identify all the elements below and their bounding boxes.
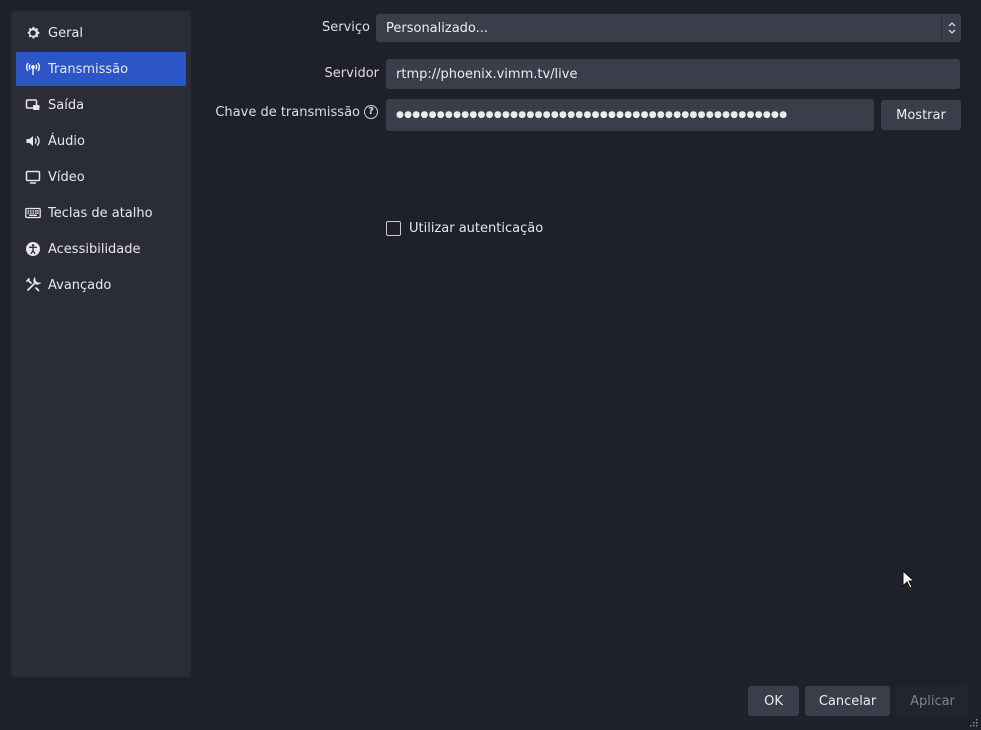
sidebar-item-label: Transmissão <box>48 61 129 77</box>
help-icon[interactable]: ? <box>364 104 378 119</box>
service-select-value: Personalizado... <box>386 20 489 36</box>
chevron-updown-icon <box>941 14 961 42</box>
resize-grip-icon[interactable] <box>969 718 978 727</box>
stream-key-label: Chave de transmissão? <box>215 104 378 120</box>
monitor-icon <box>24 168 42 186</box>
cancel-button[interactable]: Cancelar <box>805 686 890 716</box>
service-label: Serviço <box>321 20 370 35</box>
sidebar-item-stream[interactable]: Transmissão <box>16 52 186 86</box>
tools-icon <box>24 276 42 294</box>
accessibility-icon <box>24 240 42 258</box>
use-auth-checkbox[interactable] <box>386 221 401 236</box>
settings-sidebar: Geral Transmissão Saída Áudio Vídeo Tecl… <box>11 11 191 677</box>
server-input[interactable]: rtmp://phoenix.vimm.tv/live <box>386 59 960 89</box>
sidebar-item-video[interactable]: Vídeo <box>16 160 186 194</box>
ok-button[interactable]: OK <box>748 686 799 716</box>
use-auth-label: Utilizar autenticação <box>409 221 544 236</box>
keyboard-icon <box>24 204 42 222</box>
sidebar-item-label: Acessibilidade <box>48 241 141 257</box>
server-label: Servidor <box>324 66 379 81</box>
stream-key-input[interactable]: ●●●●●●●●●●●●●●●●●●●●●●●●●●●●●●●●●●●●●●●●… <box>386 99 874 131</box>
gear-icon <box>24 24 42 42</box>
stream-key-label-text: Chave de transmissão <box>215 105 360 120</box>
sidebar-item-hotkeys[interactable]: Teclas de atalho <box>16 196 186 230</box>
mouse-cursor-icon <box>902 570 916 589</box>
sidebar-item-accessibility[interactable]: Acessibilidade <box>16 232 186 266</box>
apply-button[interactable]: Aplicar <box>896 686 969 716</box>
sidebar-item-label: Avançado <box>48 277 112 293</box>
broadcast-icon <box>24 60 42 78</box>
sidebar-item-label: Áudio <box>48 133 85 149</box>
service-select[interactable]: Personalizado... <box>376 14 961 42</box>
use-auth-row[interactable]: Utilizar autenticação <box>386 221 543 236</box>
sidebar-item-label: Saída <box>48 97 85 113</box>
sidebar-item-output[interactable]: Saída <box>16 88 186 122</box>
sidebar-item-audio[interactable]: Áudio <box>16 124 186 158</box>
sidebar-item-general[interactable]: Geral <box>16 16 186 50</box>
sidebar-item-label: Teclas de atalho <box>48 205 153 221</box>
output-icon <box>24 96 42 114</box>
sidebar-item-advanced[interactable]: Avançado <box>16 268 186 302</box>
settings-window: Geral Transmissão Saída Áudio Vídeo Tecl… <box>0 0 981 730</box>
sidebar-item-label: Geral <box>48 25 83 41</box>
show-key-button[interactable]: Mostrar <box>881 100 961 130</box>
speaker-icon <box>24 132 42 150</box>
sidebar-item-label: Vídeo <box>48 169 85 185</box>
